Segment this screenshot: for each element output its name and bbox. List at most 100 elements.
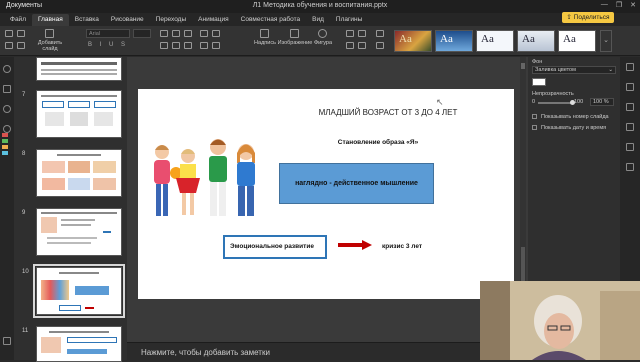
opacity-input[interactable]: 100 %: [590, 98, 614, 106]
image-icon[interactable]: [290, 29, 299, 38]
image-label[interactable]: Изображение: [276, 40, 314, 46]
comments-icon[interactable]: [3, 105, 11, 113]
share-icon: ⇪: [566, 14, 574, 21]
add-slide-icon[interactable]: [45, 29, 54, 38]
vertical-align-icon[interactable]: [200, 42, 208, 49]
theme-label: Aa: [399, 33, 412, 45]
thumbnail[interactable]: [36, 149, 122, 197]
thumbnail[interactable]: [36, 326, 122, 362]
add-slide-label[interactable]: Добавить слайд: [34, 40, 66, 52]
tab-transitions[interactable]: Переходы: [150, 14, 193, 26]
webcam-person-image: [480, 281, 640, 360]
line-spacing-icon[interactable]: [200, 30, 208, 37]
theme-2[interactable]: Aa: [435, 30, 473, 52]
slide-title[interactable]: МЛАДШИЙ ВОЗРАСТ ОТ 3 ДО 4 ЛЕТ: [288, 108, 488, 117]
eraser-icon[interactable]: [2, 151, 8, 155]
notes-area[interactable]: Нажмите, чтобы добавить заметки: [127, 342, 528, 360]
tab-animation[interactable]: Анимация: [192, 14, 235, 26]
opacity-slider[interactable]: [538, 100, 575, 105]
theme-5[interactable]: Aa: [558, 30, 596, 52]
tab-plugins[interactable]: Плагины: [330, 14, 368, 26]
paste-icon[interactable]: [17, 30, 25, 37]
theme-4[interactable]: Aa: [517, 30, 555, 52]
themes-more-icon[interactable]: ⌄: [600, 30, 612, 52]
maximize-button[interactable]: ❐: [616, 1, 622, 9]
date-time-checkbox[interactable]: [532, 125, 537, 130]
share-button[interactable]: ⇪ Поделиться: [562, 12, 614, 23]
tab-file[interactable]: Файл: [4, 14, 32, 26]
copy-icon[interactable]: [5, 30, 13, 37]
replace-image-icon[interactable]: [358, 42, 366, 49]
thumbnail-selected[interactable]: [33, 264, 125, 318]
highlighter-icon[interactable]: [2, 145, 8, 149]
shape-label[interactable]: Фигура: [310, 40, 336, 46]
tab-home[interactable]: Главная: [31, 13, 69, 26]
text-format-icons[interactable]: B I U S: [88, 42, 128, 48]
cut-icon[interactable]: [5, 42, 13, 49]
slide[interactable]: МЛАДШИЙ ВОЗРАСТ ОТ 3 ДО 4 ЛЕТ Становлени…: [138, 89, 514, 299]
chat-icon[interactable]: [3, 125, 11, 133]
format-painter-icon[interactable]: [17, 42, 25, 49]
bring-forward-icon[interactable]: [376, 30, 384, 37]
arrange-icon[interactable]: [346, 30, 354, 37]
opacity-min: 0: [532, 99, 536, 105]
align-shapes-icon[interactable]: [358, 30, 366, 37]
theme-3[interactable]: Aa: [476, 30, 514, 52]
slide-settings-icon[interactable]: [626, 63, 634, 71]
slide-subtitle[interactable]: Становление образа «Я»: [278, 139, 478, 146]
theme-1[interactable]: Aa: [394, 30, 432, 52]
slide-number-checkbox[interactable]: [532, 114, 537, 119]
notes-placeholder: Нажмите, чтобы добавить заметки: [141, 348, 270, 357]
tab-view[interactable]: Вид: [306, 14, 330, 26]
theme-label: Aa: [440, 33, 453, 45]
indent-icon[interactable]: [184, 30, 192, 37]
bullets-icon[interactable]: [160, 30, 168, 37]
numbering-icon[interactable]: [172, 30, 180, 37]
crisis-text[interactable]: кризис 3 лет: [382, 243, 422, 250]
mouse-cursor-icon: ↖: [436, 97, 444, 107]
columns-icon[interactable]: [212, 42, 220, 49]
align-center-icon[interactable]: [172, 42, 180, 49]
text-direction-icon[interactable]: [212, 30, 220, 37]
close-button[interactable]: ✕: [630, 1, 636, 9]
pen-green-icon[interactable]: [2, 139, 8, 143]
align-left-icon[interactable]: [160, 42, 168, 49]
tab-insert[interactable]: Вставка: [69, 14, 105, 26]
chart-settings-icon[interactable]: [626, 163, 634, 171]
emotional-development-box[interactable]: Эмоциональное развитие: [223, 235, 327, 259]
thumbnail[interactable]: [36, 57, 122, 81]
opacity-label: Непрозрачность: [532, 91, 574, 97]
slide-number: 9: [22, 210, 26, 216]
share-label: Поделиться: [573, 14, 610, 21]
theme-label: Aa: [563, 33, 576, 45]
thinking-box[interactable]: наглядно - действенное мышление: [279, 163, 434, 204]
send-backward-icon[interactable]: [376, 42, 384, 49]
draw-tools: [2, 133, 8, 159]
children-photo[interactable]: [146, 135, 270, 231]
table-settings-icon[interactable]: [626, 143, 634, 151]
font-name-select[interactable]: Arial: [86, 29, 130, 38]
image-settings-icon[interactable]: [626, 123, 634, 131]
fill-type-select[interactable]: Заливка цветом ⌄: [532, 66, 616, 74]
slides-icon[interactable]: [3, 85, 11, 93]
shape-icon[interactable]: [318, 29, 327, 38]
font-size-select[interactable]: [133, 29, 151, 38]
thumbnail[interactable]: [36, 90, 122, 138]
shape-settings-icon[interactable]: [626, 103, 634, 111]
color-swatch[interactable]: [532, 78, 546, 86]
group-icon[interactable]: [346, 42, 354, 49]
opacity-max: 100: [574, 99, 584, 105]
tab-draw[interactable]: Рисование: [105, 14, 150, 26]
tab-collaboration[interactable]: Совместная работа: [235, 14, 306, 26]
thumbnail[interactable]: [36, 208, 122, 256]
text-settings-icon[interactable]: [626, 83, 634, 91]
align-right-icon[interactable]: [184, 42, 192, 49]
textbox-icon[interactable]: [260, 29, 269, 38]
arrow-right-icon[interactable]: [338, 240, 372, 250]
search-icon[interactable]: [3, 65, 11, 73]
minimize-button[interactable]: —: [601, 1, 608, 9]
help-icon[interactable]: [3, 337, 11, 345]
slides-panel: 7 8 9 10 11: [14, 57, 127, 362]
pen-red-icon[interactable]: [2, 133, 8, 137]
date-time-checkbox-label: Показывать дату и время: [541, 125, 607, 131]
